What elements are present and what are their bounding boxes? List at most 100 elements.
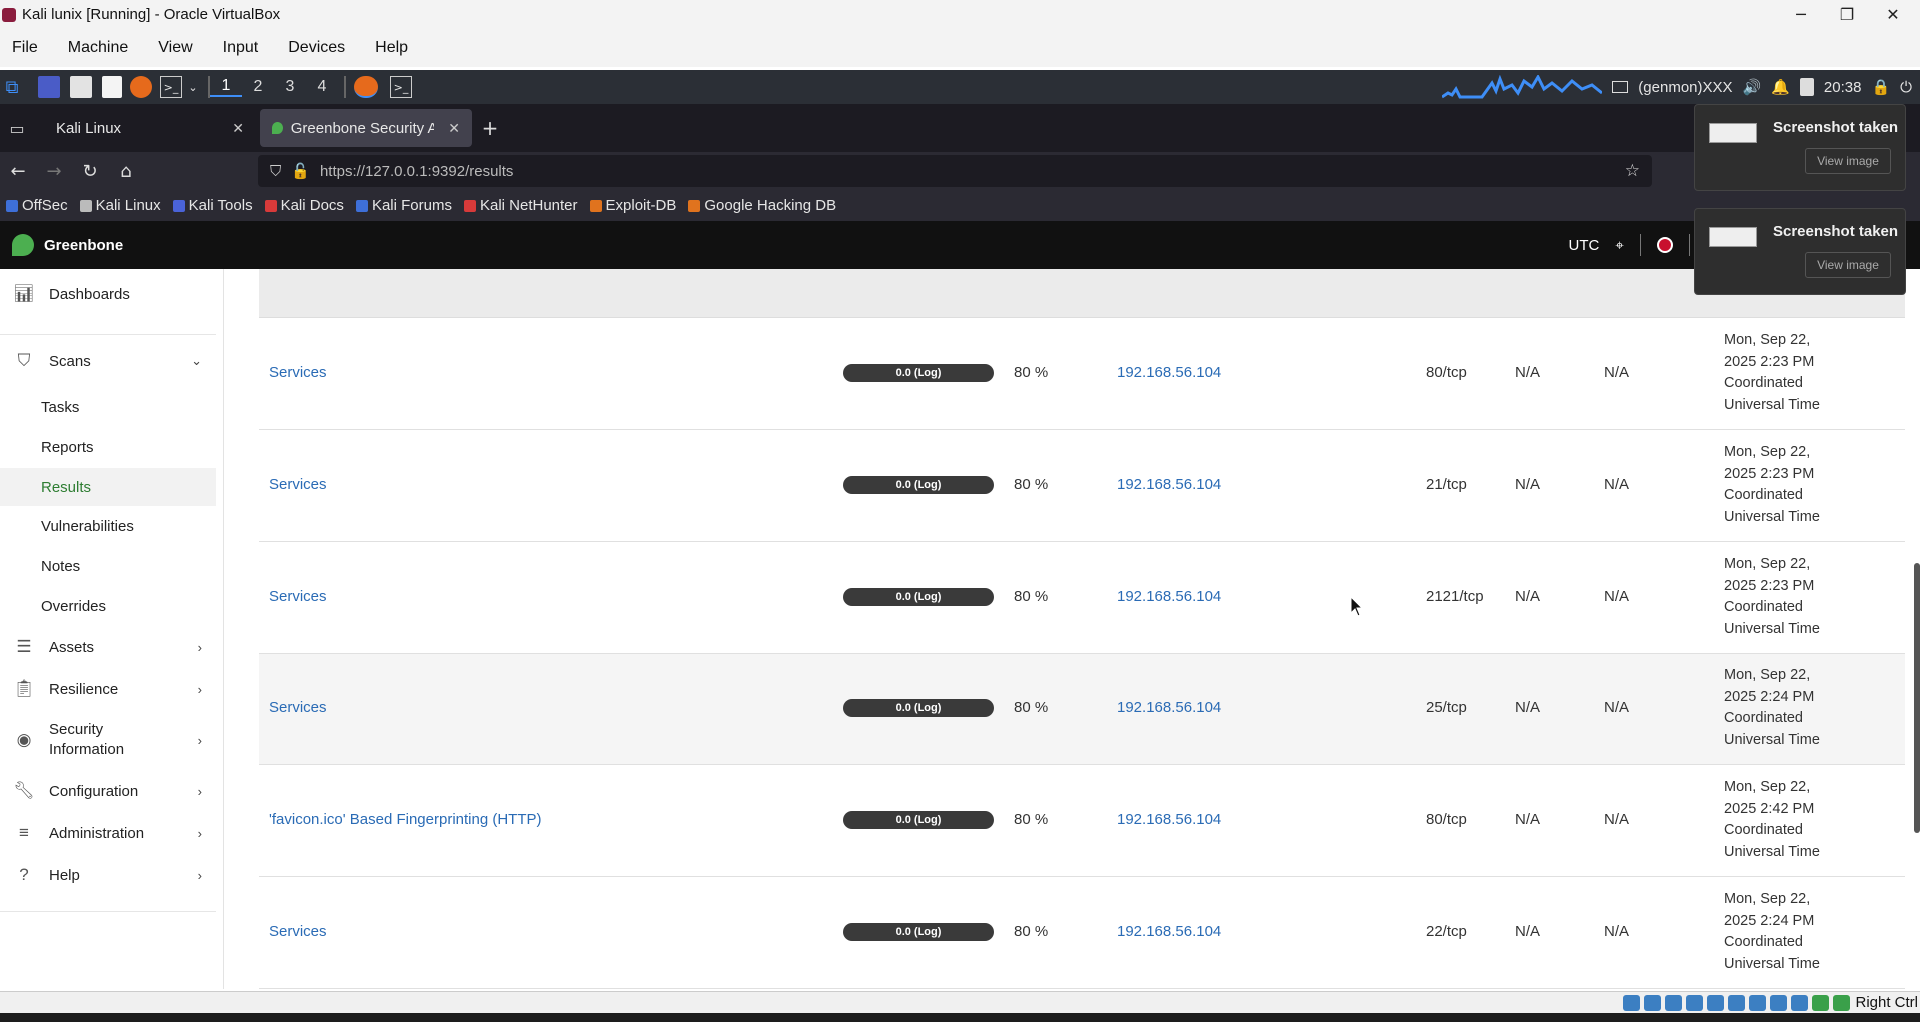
show-desktop-icon[interactable] [38, 76, 60, 98]
network-icon[interactable] [1686, 995, 1703, 1011]
bookmark-offsec[interactable]: OffSec [6, 197, 68, 214]
recording-icon[interactable] [1770, 995, 1787, 1011]
shared-folders-icon[interactable] [1728, 995, 1745, 1011]
language-flag-icon[interactable] [1656, 237, 1673, 253]
bookmark-google-hacking-db[interactable]: Google Hacking DB [688, 197, 836, 214]
sidebar-item-vulnerabilities[interactable]: Vulnerabilities [0, 507, 216, 545]
back-icon[interactable]: ← [0, 161, 36, 182]
chevron-right-icon[interactable]: › [198, 733, 202, 748]
table-row[interactable]: Services 0.0 (Log) 80 % 192.168.56.104 2… [259, 431, 1905, 542]
audio-icon[interactable] [1665, 995, 1682, 1011]
display-icon[interactable] [1749, 995, 1766, 1011]
chevron-right-icon[interactable]: › [198, 640, 202, 655]
url-text[interactable]: https://127.0.0.1:9392/results [320, 163, 513, 180]
sidebar-item-administration[interactable]: ≡ Administration › [0, 820, 216, 846]
sidebar-item-configuration[interactable]: 🔧︎ Configuration › [0, 778, 216, 804]
keyboard-icon[interactable] [1833, 995, 1850, 1011]
bookmark-kali-nethunter[interactable]: Kali NetHunter [463, 197, 578, 214]
workspace-2[interactable]: 2 [242, 78, 274, 96]
restore-icon[interactable]: ❐ [1824, 0, 1870, 29]
workspace-1[interactable]: 1 [210, 77, 242, 97]
sidebar-item-assets[interactable]: ☰ Assets › [0, 634, 216, 660]
chevron-down-icon[interactable]: ⌄ [191, 353, 202, 369]
host-link[interactable]: 192.168.56.104 [1117, 699, 1221, 716]
power-icon[interactable]: ⏻ [1900, 79, 1912, 96]
bookmark-kali-docs[interactable]: Kali Docs [264, 197, 344, 214]
terminal-window-icon[interactable]: >_ [390, 76, 412, 98]
vulnerability-link[interactable]: Services [269, 923, 327, 940]
close-icon[interactable]: ✕ [1870, 0, 1916, 29]
view-image-button[interactable]: View image [1805, 252, 1891, 278]
shield-icon[interactable]: ⛉ [270, 163, 281, 180]
vulnerability-link[interactable]: Services [269, 588, 327, 605]
sidebar-item-help[interactable]: ? Help › [0, 862, 216, 888]
menu-devices[interactable]: Devices [288, 39, 345, 57]
bookmark-kali-tools[interactable]: Kali Tools [172, 197, 253, 214]
sidebar-item-reports[interactable]: Reports [0, 428, 216, 466]
lock-icon[interactable]: 🔒 [1871, 78, 1890, 96]
hard-disk-icon[interactable] [1623, 995, 1640, 1011]
bookmark-star-icon[interactable]: ☆ [1625, 161, 1640, 181]
menu-file[interactable]: File [12, 39, 38, 57]
chevron-right-icon[interactable]: › [198, 784, 202, 799]
chevron-right-icon[interactable]: › [198, 826, 202, 841]
sidebar-item-scans[interactable]: ⛉ Scans ⌄ [0, 348, 216, 374]
chevron-down-icon[interactable]: ⌄ [186, 76, 200, 98]
cpu-icon[interactable] [1791, 995, 1808, 1011]
sidebar-item-overrides[interactable]: Overrides [0, 587, 216, 625]
notification-bell-icon[interactable]: 🔔 [1771, 78, 1790, 96]
bookmark-exploit-db[interactable]: Exploit-DB [589, 197, 676, 214]
forward-icon[interactable]: → [36, 161, 72, 182]
host-link[interactable]: 192.168.56.104 [1117, 364, 1221, 381]
sidebar-item-notes[interactable]: Notes [0, 547, 216, 585]
workspace-4[interactable]: 4 [306, 78, 338, 96]
firefox-launcher-icon[interactable] [130, 76, 152, 98]
clock[interactable]: 20:38 [1824, 79, 1862, 96]
minimize-icon[interactable]: ─ [1778, 0, 1824, 29]
firefox-window-icon[interactable] [354, 76, 378, 98]
vulnerability-link[interactable]: Services [269, 699, 327, 716]
sidebar-item-results[interactable]: Results [0, 468, 216, 506]
bookmark-kali-forums[interactable]: Kali Forums [355, 197, 452, 214]
mouse-integration-icon[interactable] [1812, 995, 1829, 1011]
reload-icon[interactable]: ↻ [72, 161, 108, 182]
table-row[interactable]: Services 0.0 (Log) 80 % 192.168.56.104 2… [259, 543, 1905, 654]
host-link[interactable]: 192.168.56.104 [1117, 811, 1221, 828]
url-bar[interactable]: ⛉ 🔓 https://127.0.0.1:9392/results ☆ [258, 155, 1652, 187]
vulnerability-link[interactable]: Services [269, 364, 327, 381]
lock-icon[interactable]: 🔓 [291, 162, 310, 180]
terminal-launcher-icon[interactable]: >_ [160, 76, 182, 98]
tab-close-icon[interactable]: ✕ [448, 120, 460, 137]
tab-close-icon[interactable]: ✕ [232, 120, 244, 137]
home-icon[interactable]: ⌂ [108, 161, 144, 182]
chevron-right-icon[interactable]: › [198, 682, 202, 697]
usb-icon[interactable] [1707, 995, 1724, 1011]
text-editor-icon[interactable] [102, 76, 122, 98]
greenbone-brand[interactable]: Greenbone [44, 237, 123, 254]
vulnerability-link[interactable]: 'favicon.ico' Based Fingerprinting (HTTP… [269, 811, 542, 828]
file-manager-icon[interactable] [70, 76, 92, 98]
workspace-3[interactable]: 3 [274, 78, 306, 96]
host-link[interactable]: 192.168.56.104 [1117, 923, 1221, 940]
tab-kali-linux[interactable]: Kali Linux ✕ [34, 109, 256, 147]
table-row[interactable]: Services 0.0 (Log) 80 % 192.168.56.104 2… [259, 878, 1905, 989]
sidebar-item-security-information[interactable]: ◉ Security Information › [0, 718, 216, 762]
sidebar-item-dashboards[interactable]: 📊︎ Dashboards [0, 281, 216, 307]
menu-help[interactable]: Help [375, 39, 408, 57]
table-row[interactable]: Services 0.0 (Log) 80 % 192.168.56.104 8… [259, 319, 1905, 430]
view-image-button[interactable]: View image [1805, 148, 1891, 174]
volume-icon[interactable]: 🔊 [1743, 78, 1762, 96]
new-tab-icon[interactable]: + [472, 116, 508, 140]
kali-menu-icon[interactable]: ⧉ [0, 76, 24, 98]
table-row[interactable]: 'favicon.ico' Based Fingerprinting (HTTP… [259, 766, 1905, 877]
menu-machine[interactable]: Machine [68, 39, 128, 57]
host-link[interactable]: 192.168.56.104 [1117, 588, 1221, 605]
menu-input[interactable]: Input [223, 39, 259, 57]
page-scrollbar[interactable] [1914, 563, 1920, 833]
tab-greenbone[interactable]: Greenbone Security Assis ✕ [260, 109, 472, 147]
host-link[interactable]: 192.168.56.104 [1117, 476, 1221, 493]
sidebar-item-resilience[interactable]: 📋︎ Resilience › [0, 676, 216, 702]
chevron-right-icon[interactable]: › [198, 868, 202, 883]
tab-overview-icon[interactable]: ▭ [0, 119, 34, 138]
optical-drive-icon[interactable] [1644, 995, 1661, 1011]
